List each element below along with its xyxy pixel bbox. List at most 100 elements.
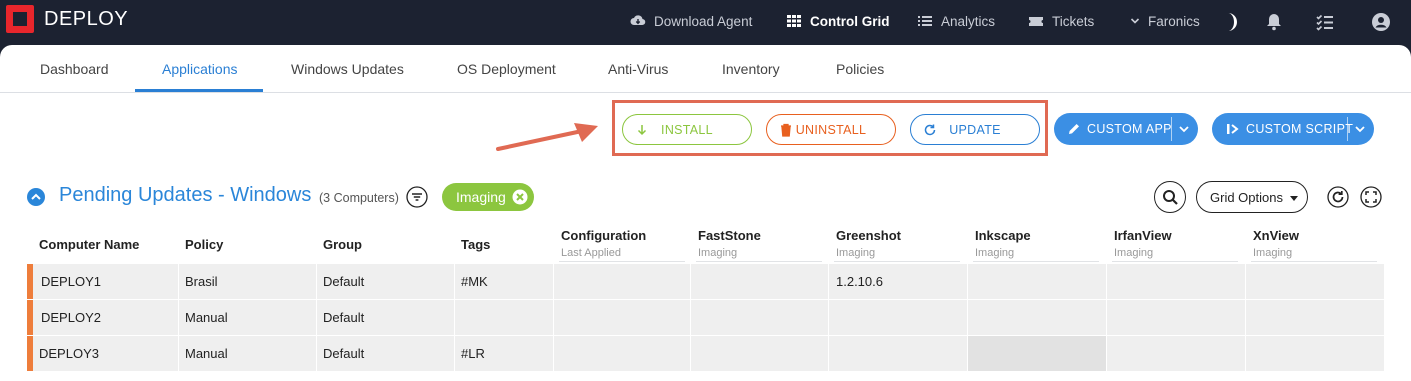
cell-text: DEPLOY1 bbox=[41, 274, 101, 289]
control-grid-label: Control Grid bbox=[810, 13, 890, 29]
search-icon bbox=[1163, 190, 1178, 205]
top-navbar: DEPLOY Download Agent Control Grid Analy… bbox=[0, 0, 1411, 45]
cell-computer-name[interactable]: DEPLOY1 bbox=[33, 264, 179, 299]
header-divider bbox=[1251, 261, 1377, 262]
cell-tags[interactable]: #LR bbox=[455, 336, 554, 371]
tab-anti-virus[interactable]: Anti-Virus bbox=[608, 61, 668, 77]
user-icon[interactable] bbox=[1371, 12, 1391, 32]
cell-text: Manual bbox=[185, 346, 228, 361]
cell-irfanview[interactable] bbox=[1107, 264, 1246, 299]
column-header-tags[interactable]: Tags bbox=[461, 237, 490, 252]
cell-greenshot[interactable] bbox=[829, 336, 968, 371]
split-divider bbox=[1171, 117, 1172, 141]
list-icon bbox=[918, 16, 932, 26]
cell-faststone[interactable] bbox=[691, 264, 829, 299]
cell-tags[interactable]: #MK bbox=[455, 264, 554, 299]
cell-text: Manual bbox=[185, 310, 228, 325]
tab-policies[interactable]: Policies bbox=[836, 61, 884, 77]
cell-irfanview[interactable] bbox=[1107, 336, 1246, 371]
column-subheader-xnview: Imaging bbox=[1253, 247, 1293, 259]
update-label: UPDATE bbox=[949, 122, 1001, 137]
imaging-filter-chip[interactable]: Imaging bbox=[442, 183, 534, 211]
chevron-down-icon[interactable] bbox=[1177, 122, 1191, 136]
cell-text: DEPLOY2 bbox=[41, 310, 101, 325]
cell-group[interactable]: Default bbox=[317, 300, 455, 335]
account-menu[interactable]: Faronics bbox=[1130, 13, 1200, 29]
cell-policy[interactable]: Manual bbox=[179, 300, 317, 335]
moon-icon[interactable] bbox=[1219, 12, 1239, 32]
column-header-group[interactable]: Group bbox=[323, 237, 362, 252]
analytics-link[interactable]: Analytics bbox=[917, 13, 995, 29]
cell-xnview[interactable] bbox=[1246, 264, 1385, 299]
cell-inkscape[interactable] bbox=[968, 300, 1107, 335]
cell-group[interactable]: Default bbox=[317, 264, 455, 299]
cell-faststone[interactable] bbox=[691, 336, 829, 371]
cell-configuration[interactable] bbox=[554, 264, 691, 299]
column-header-irfanview[interactable]: IrfanView bbox=[1114, 228, 1172, 243]
cloud-download-icon bbox=[630, 15, 646, 26]
custom-script-button[interactable]: CUSTOM SCRIPT bbox=[1212, 113, 1374, 145]
column-subheader-irfanview: Imaging bbox=[1114, 247, 1154, 259]
tab-os-deployment[interactable]: OS Deployment bbox=[457, 61, 556, 77]
column-header-faststone[interactable]: FastStone bbox=[698, 228, 761, 243]
active-tab-indicator bbox=[135, 89, 263, 92]
cell-irfanview[interactable] bbox=[1107, 300, 1246, 335]
column-header-configuration[interactable]: Configuration bbox=[561, 228, 646, 243]
tab-applications[interactable]: Applications bbox=[162, 61, 238, 77]
column-header-inkscape[interactable]: Inkscape bbox=[975, 228, 1031, 243]
cell-text: Default bbox=[323, 310, 365, 325]
tab-inventory[interactable]: Inventory bbox=[722, 61, 780, 77]
pencil-icon bbox=[1069, 124, 1079, 134]
column-header-policy[interactable]: Policy bbox=[185, 237, 223, 252]
update-button[interactable]: UPDATE bbox=[910, 114, 1040, 145]
cell-computer-name[interactable]: DEPLOY2 bbox=[33, 300, 179, 335]
cell-inkscape[interactable] bbox=[968, 336, 1107, 371]
cell-group[interactable]: Default bbox=[317, 336, 455, 371]
column-header-greenshot[interactable]: Greenshot bbox=[836, 228, 901, 243]
uninstall-button[interactable]: UNINSTALL bbox=[766, 114, 896, 145]
cell-computer-name[interactable]: DEPLOY3 bbox=[33, 336, 179, 371]
control-grid-link[interactable]: Control Grid bbox=[786, 13, 890, 29]
cell-xnview[interactable] bbox=[1246, 336, 1385, 371]
cell-inkscape[interactable] bbox=[968, 264, 1107, 299]
caret-down-icon bbox=[1290, 196, 1298, 201]
header-divider bbox=[834, 261, 960, 262]
custom-app-button[interactable]: CUSTOM APP bbox=[1054, 113, 1198, 145]
cell-configuration[interactable] bbox=[554, 300, 691, 335]
cell-greenshot[interactable] bbox=[829, 300, 968, 335]
cell-text: Default bbox=[323, 346, 365, 361]
cell-policy[interactable]: Manual bbox=[179, 336, 317, 371]
cell-faststone[interactable] bbox=[691, 300, 829, 335]
cell-policy[interactable]: Brasil bbox=[179, 264, 317, 299]
column-header-computer-name[interactable]: Computer Name bbox=[39, 237, 139, 252]
collapse-icon[interactable] bbox=[27, 188, 45, 206]
cell-xnview[interactable] bbox=[1246, 300, 1385, 335]
column-header-xnview[interactable]: XnView bbox=[1253, 228, 1299, 243]
checklist-icon[interactable] bbox=[1315, 12, 1335, 32]
cell-configuration[interactable] bbox=[554, 336, 691, 371]
cell-greenshot[interactable]: 1.2.10.6 bbox=[829, 264, 968, 299]
refresh-icon[interactable] bbox=[1327, 186, 1349, 208]
close-circle-icon[interactable] bbox=[512, 189, 528, 205]
header-divider bbox=[973, 261, 1099, 262]
uninstall-label: UNINSTALL bbox=[795, 122, 867, 137]
install-button[interactable]: INSTALL bbox=[622, 114, 752, 145]
tab-dashboard[interactable]: Dashboard bbox=[40, 61, 109, 77]
chevron-down-icon[interactable] bbox=[1353, 122, 1367, 136]
cell-text: #MK bbox=[461, 274, 488, 289]
download-agent-link[interactable]: Download Agent bbox=[630, 13, 752, 29]
chevron-down-icon bbox=[1130, 18, 1140, 24]
filter-icon[interactable] bbox=[406, 186, 428, 208]
account-label: Faronics bbox=[1148, 13, 1200, 29]
grid-options-dropdown[interactable]: Grid Options bbox=[1196, 181, 1308, 213]
search-button[interactable] bbox=[1154, 181, 1186, 213]
cell-tags[interactable] bbox=[455, 300, 554, 335]
bell-icon[interactable] bbox=[1264, 12, 1284, 32]
column-subheader-greenshot: Imaging bbox=[836, 247, 876, 259]
fullscreen-icon[interactable] bbox=[1360, 186, 1382, 208]
tab-windows-updates[interactable]: Windows Updates bbox=[291, 61, 404, 77]
tickets-link[interactable]: Tickets bbox=[1028, 13, 1094, 29]
column-subheader-faststone: Imaging bbox=[698, 247, 738, 259]
analytics-label: Analytics bbox=[941, 13, 996, 29]
computer-count: (3 Computers) bbox=[319, 191, 399, 205]
